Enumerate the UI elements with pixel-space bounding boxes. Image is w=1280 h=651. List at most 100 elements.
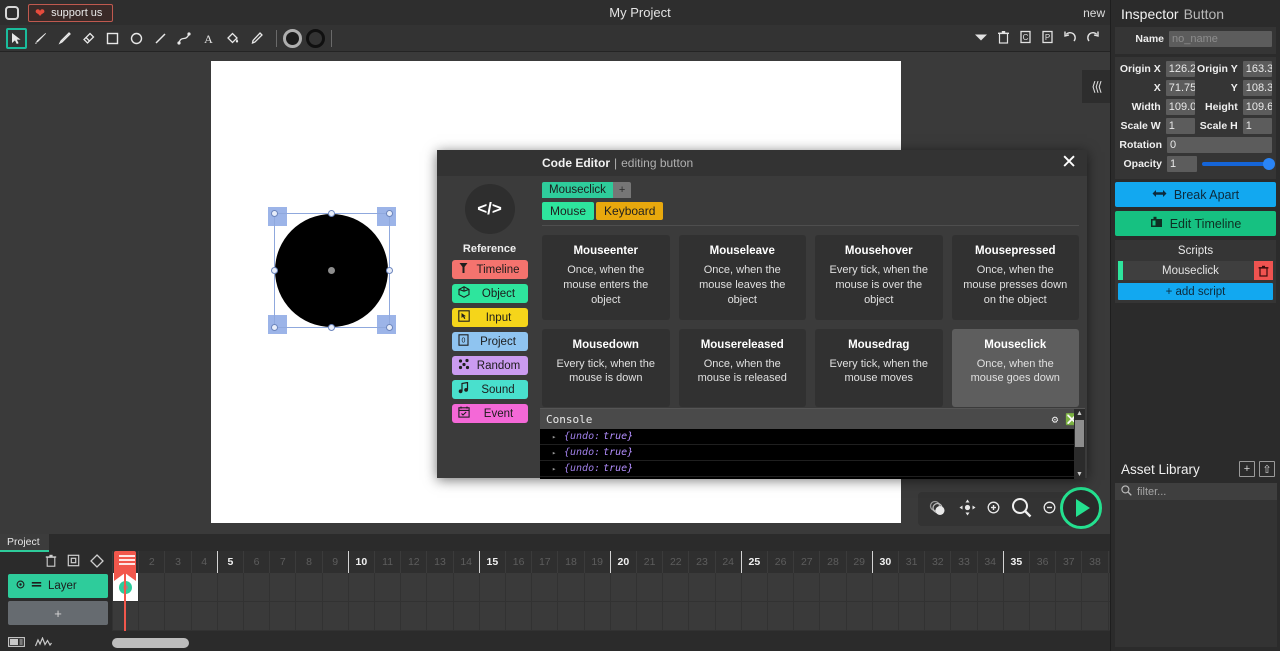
add-layer-button[interactable]: +: [8, 601, 108, 625]
height-input[interactable]: 109.6: [1242, 99, 1272, 115]
frame-cell[interactable]: [845, 573, 872, 602]
brush-tool[interactable]: [30, 28, 51, 49]
gear-icon[interactable]: ⚙: [1052, 413, 1059, 426]
fill-color-swatch[interactable]: [283, 28, 302, 48]
frame-cell[interactable]: [976, 602, 1003, 631]
ruler-tick[interactable]: 24: [714, 551, 741, 573]
copy-icon[interactable]: C: [1019, 30, 1032, 47]
app-logo-button[interactable]: [0, 0, 24, 25]
frame-cell[interactable]: [662, 573, 689, 602]
scrollbar-thumb[interactable]: [1075, 420, 1084, 447]
ruler-tick[interactable]: 22: [662, 551, 688, 573]
ruler-tick[interactable]: 36: [1029, 551, 1055, 573]
origin-x-input[interactable]: 126.2: [1165, 61, 1195, 77]
console-line[interactable]: ▸ {undo: true}: [540, 461, 1085, 477]
code-editor-titlebar[interactable]: Code Editor | editing button ✕: [437, 150, 1087, 176]
ruler-tick[interactable]: 26: [767, 551, 793, 573]
frame-cell[interactable]: [478, 573, 505, 602]
collapse-panel-button[interactable]: ⟨⟨⟨: [1082, 70, 1110, 103]
scale-handle-nw[interactable]: [271, 210, 278, 217]
ruler-tick[interactable]: 11: [374, 551, 400, 573]
frame-cell[interactable]: [400, 573, 427, 602]
layer-visibility-icon[interactable]: [16, 580, 25, 592]
frame-cell[interactable]: [898, 573, 925, 602]
frame-cell[interactable]: [793, 573, 820, 602]
add-script-tab-button[interactable]: +: [612, 182, 632, 198]
reference-item-event[interactable]: Event: [451, 404, 528, 423]
console-scrollbar[interactable]: ▲ ▼: [1074, 409, 1085, 479]
scale-handle-sw[interactable]: [271, 324, 278, 331]
scale-handle-e[interactable]: [386, 267, 393, 274]
console-line[interactable]: ▸ {undo: true}: [540, 429, 1085, 445]
frame-cell[interactable]: [452, 573, 479, 602]
frame-cell[interactable]: [767, 573, 794, 602]
frame-cell[interactable]: [347, 573, 374, 602]
ruler-tick[interactable]: 2: [138, 551, 164, 573]
asset-library-list[interactable]: [1115, 500, 1277, 647]
ruler-tick[interactable]: 10: [347, 551, 374, 573]
timeline-frames-grid[interactable]: [112, 573, 1110, 631]
trash-icon[interactable]: [1254, 261, 1273, 280]
layer-lock-icon[interactable]: [31, 580, 42, 592]
frame-cell[interactable]: [609, 573, 636, 602]
timeline-ruler[interactable]: 1 2 3 4 5 6 7 8 9 10 11 12 13 14 15 16 17 18 19 20 21 22 23 24 2…: [112, 551, 1110, 573]
frame-cell[interactable]: [740, 573, 767, 602]
frame-cell[interactable]: [112, 602, 139, 631]
ruler-tick[interactable]: 3: [164, 551, 190, 573]
frame-cell[interactable]: [426, 573, 453, 602]
category-tab-keyboard[interactable]: Keyboard: [596, 202, 664, 220]
zoom-out-icon[interactable]: [1043, 501, 1056, 517]
reference-item-timeline[interactable]: Timeline: [451, 260, 528, 279]
cursor-tool[interactable]: [6, 27, 27, 49]
eyedropper-tool[interactable]: [246, 28, 267, 49]
frame-cell[interactable]: [216, 602, 243, 631]
frame-cell[interactable]: [112, 573, 139, 602]
frame-cell[interactable]: [767, 602, 794, 631]
origin-y-input[interactable]: 163.3: [1242, 61, 1272, 77]
frame-cell[interactable]: [321, 602, 348, 631]
add-script-button[interactable]: + add script: [1118, 283, 1273, 300]
ellipse-tool[interactable]: [126, 28, 147, 49]
redo-icon[interactable]: [1086, 30, 1100, 47]
ruler-tick[interactable]: 16: [505, 551, 531, 573]
event-card[interactable]: Mousereleased Once, when the mouse is re…: [678, 328, 806, 407]
ruler-tick[interactable]: 20: [609, 551, 636, 573]
close-icon[interactable]: ✕: [1061, 153, 1077, 172]
y-input[interactable]: 108.3: [1242, 80, 1272, 96]
tab-project[interactable]: Project: [0, 534, 49, 552]
ruler-tick[interactable]: 13: [426, 551, 452, 573]
trash-icon[interactable]: [45, 554, 57, 570]
object-origin-point[interactable]: [328, 267, 335, 274]
ruler-tick[interactable]: 23: [688, 551, 714, 573]
undo-icon[interactable]: [1063, 30, 1077, 47]
event-card[interactable]: Mousedown Every tick, when the mouse is …: [542, 328, 670, 407]
trash-icon[interactable]: [997, 30, 1010, 47]
frame-cell[interactable]: [924, 602, 951, 631]
ruler-tick[interactable]: 31: [898, 551, 924, 573]
frame-cell[interactable]: [138, 602, 165, 631]
script-tab-mouseclick[interactable]: Mouseclick: [542, 182, 613, 198]
zoom-icon[interactable]: [1011, 497, 1032, 521]
frame-cell[interactable]: [898, 602, 925, 631]
reference-item-random[interactable]: Random: [451, 356, 528, 375]
asset-filter-bar[interactable]: filter...: [1115, 483, 1277, 500]
ruler-tick[interactable]: 29: [845, 551, 872, 573]
asset-filter-input[interactable]: filter...: [1137, 486, 1166, 498]
fill-bucket-tool[interactable]: [222, 28, 243, 49]
frame-cell[interactable]: [505, 573, 532, 602]
text-tool[interactable]: A: [198, 28, 219, 49]
frame-cell[interactable]: [243, 602, 270, 631]
edit-timeline-button[interactable]: Edit Timeline: [1115, 211, 1276, 236]
ruler-tick[interactable]: 28: [819, 551, 845, 573]
expand-arrow-icon[interactable]: ▸: [552, 433, 556, 441]
scroll-down-arrow-icon[interactable]: ▼: [1076, 471, 1083, 478]
break-apart-button[interactable]: Break Apart: [1115, 182, 1276, 207]
ruler-tick[interactable]: 4: [190, 551, 217, 573]
frame-cell[interactable]: [1029, 573, 1056, 602]
ruler-tick[interactable]: 30: [871, 551, 898, 573]
event-card-selected[interactable]: Mouseclick Once, when the mouse goes dow…: [951, 328, 1079, 407]
frame-cell[interactable]: [426, 602, 453, 631]
frame-view-icon[interactable]: [8, 636, 25, 650]
ruler-tick[interactable]: 1: [112, 551, 138, 573]
scale-handle-s[interactable]: [328, 324, 335, 331]
